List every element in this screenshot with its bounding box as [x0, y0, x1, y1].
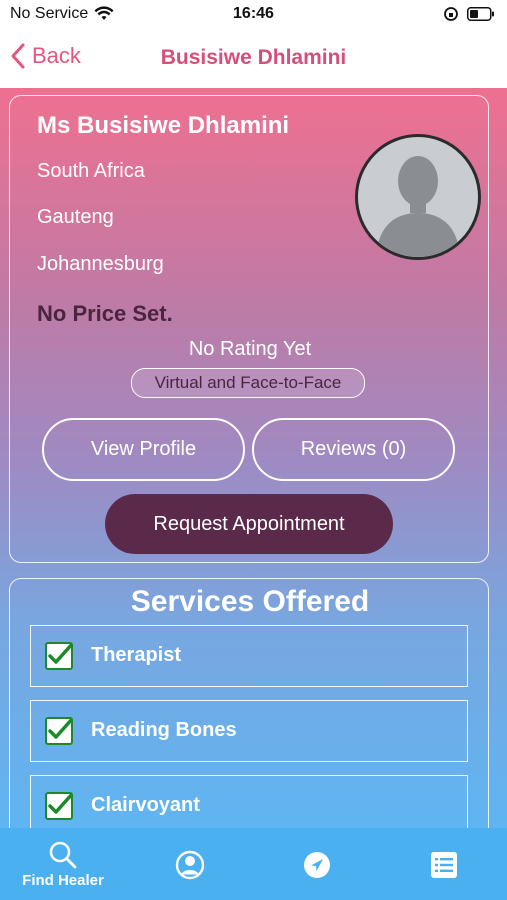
checkbox[interactable] [45, 641, 75, 670]
reviews-button[interactable]: Reviews (0) [252, 418, 455, 481]
navigation-icon [304, 852, 330, 878]
tab-navigation[interactable] [254, 828, 380, 900]
request-appointment-button[interactable]: Request Appointment [105, 494, 393, 554]
checkmark-icon [48, 791, 75, 814]
orientation-lock-icon [444, 7, 458, 21]
rating-label: No Rating Yet [188, 338, 312, 360]
price-label: No Price Set. [37, 301, 173, 326]
tab-list[interactable] [381, 828, 507, 900]
consultation-mode-badge: Virtual and Face-to-Face [131, 368, 365, 398]
services-title: Services Offered [130, 585, 370, 618]
healer-province: Gauteng [37, 206, 114, 228]
service-item[interactable]: Reading Bones [30, 700, 468, 762]
services-offered-card: Services Offered Therapist Reading Bones [9, 578, 489, 828]
checkbox[interactable] [45, 791, 75, 820]
service-label: Clairvoyant [91, 794, 200, 816]
status-time: 16:46 [233, 5, 274, 22]
tab-profile[interactable] [127, 828, 253, 900]
service-item[interactable]: Clairvoyant [30, 775, 468, 828]
status-right [443, 6, 495, 22]
navigation-bar: Back Busisiwe Dhlamini [0, 30, 507, 88]
checkmark-icon [48, 716, 75, 739]
list-icon [431, 852, 457, 878]
view-profile-button[interactable]: View Profile [42, 418, 245, 481]
healer-name: Ms Busisiwe Dhlamini [37, 112, 290, 139]
page-title: Busisiwe Dhlamini [160, 46, 347, 69]
search-icon [49, 841, 77, 869]
avatar [355, 134, 481, 260]
tab-label: Find Healer [22, 872, 104, 889]
healer-city: Johannesburg [37, 253, 164, 275]
battery-icon [467, 7, 494, 21]
main-content[interactable]: Ms Busisiwe Dhlamini South Africa Gauten… [0, 88, 507, 828]
person-silhouette-icon [376, 156, 460, 257]
healer-country: South Africa [37, 160, 145, 182]
tab-find-healer[interactable]: Find Healer [0, 828, 126, 900]
service-item[interactable]: Therapist [30, 625, 468, 687]
checkmark-icon [48, 641, 75, 664]
checkbox[interactable] [45, 716, 75, 745]
healer-profile-card: Ms Busisiwe Dhlamini South Africa Gauten… [9, 95, 489, 563]
tab-bar: Find Healer [0, 828, 507, 900]
profile-icon [175, 850, 205, 880]
service-label: Therapist [91, 644, 182, 666]
status-bar: No Service 16:46 [0, 0, 507, 30]
service-label: Reading Bones [91, 719, 237, 741]
